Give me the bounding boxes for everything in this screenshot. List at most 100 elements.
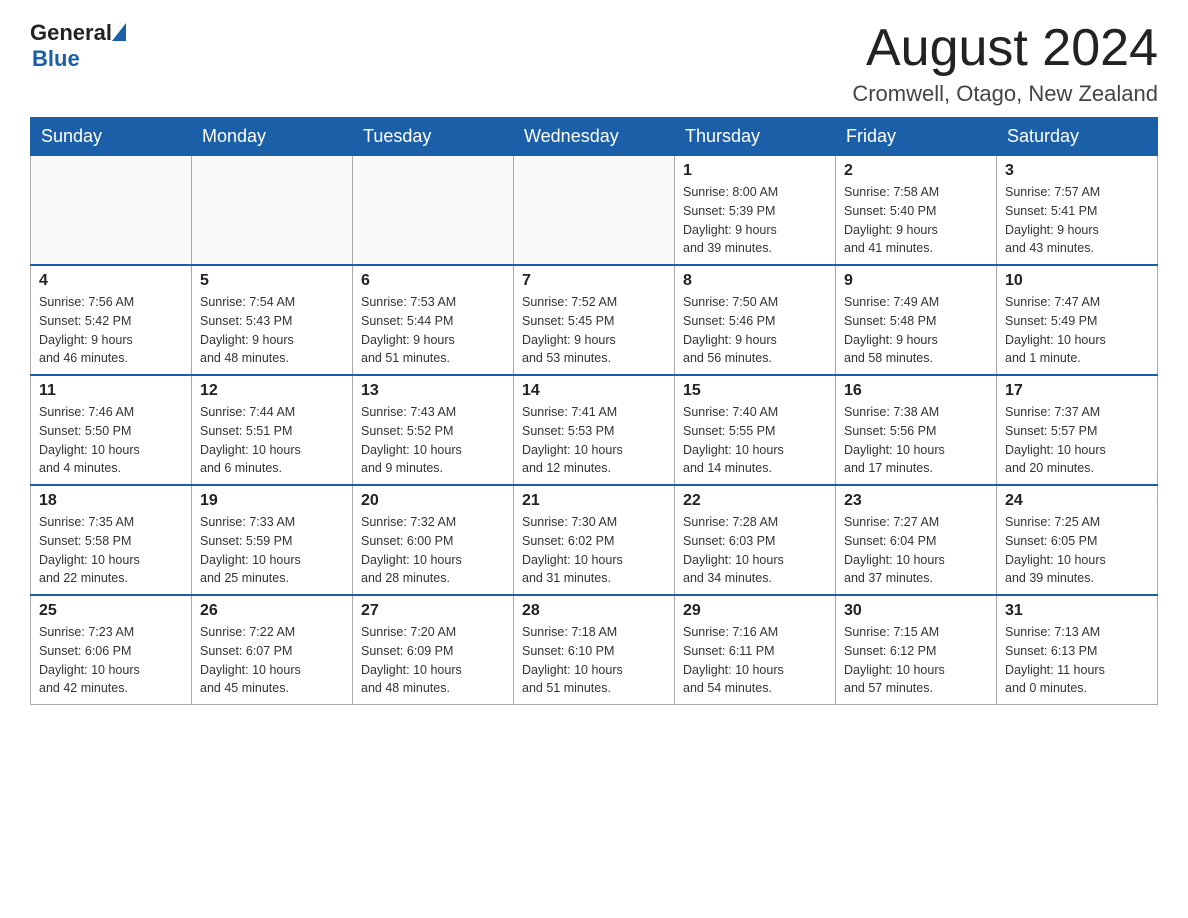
location-text: Cromwell, Otago, New Zealand xyxy=(852,81,1158,107)
calendar-cell: 5 Sunrise: 7:54 AMSunset: 5:43 PMDaylight… xyxy=(192,265,353,375)
day-info: Sunrise: 7:41 AMSunset: 5:53 PMDaylight:… xyxy=(522,403,666,478)
calendar-cell: 19 Sunrise: 7:33 AMSunset: 5:59 PMDayligh… xyxy=(192,485,353,595)
calendar-cell: 14Sunrise: 7:41 AMSunset: 5:53 PMDayligh… xyxy=(514,375,675,485)
calendar-cell: 20 Sunrise: 7:32 AMSunset: 6:00 PMDayligh… xyxy=(353,485,514,595)
weekday-header-thursday: Thursday xyxy=(675,118,836,156)
day-number: 19 xyxy=(200,492,344,510)
day-number: 30 xyxy=(844,602,988,620)
logo-general-text: General xyxy=(30,20,112,46)
calendar-cell: 15 Sunrise: 7:40 AMSunset: 5:55 PMDayligh… xyxy=(675,375,836,485)
month-title: August 2024 xyxy=(852,20,1158,77)
day-info: Sunrise: 7:43 AMSunset: 5:52 PMDaylight:… xyxy=(361,403,505,478)
day-info: Sunrise: 7:16 AMSunset: 6:11 PMDaylight:… xyxy=(683,623,827,698)
day-info: Sunrise: 7:35 AMSunset: 5:58 PMDaylight:… xyxy=(39,513,183,588)
calendar-cell: 7 Sunrise: 7:52 AMSunset: 5:45 PMDaylight… xyxy=(514,265,675,375)
day-number: 16 xyxy=(844,382,988,400)
week-row-2: 4 Sunrise: 7:56 AMSunset: 5:42 PMDaylight… xyxy=(31,265,1158,375)
logo-triangle-icon xyxy=(112,23,126,41)
page-header: General Blue August 2024 Cromwell, Otago… xyxy=(30,20,1158,107)
calendar-cell: 4 Sunrise: 7:56 AMSunset: 5:42 PMDaylight… xyxy=(31,265,192,375)
calendar-cell: 8 Sunrise: 7:50 AMSunset: 5:46 PMDaylight… xyxy=(675,265,836,375)
day-number: 10 xyxy=(1005,272,1149,290)
calendar-cell: 30 Sunrise: 7:15 AMSunset: 6:12 PMDayligh… xyxy=(836,595,997,705)
day-info: Sunrise: 7:49 AMSunset: 5:48 PMDaylight:… xyxy=(844,293,988,368)
day-number: 27 xyxy=(361,602,505,620)
calendar-cell xyxy=(31,156,192,266)
day-number: 18 xyxy=(39,492,183,510)
day-info: Sunrise: 7:47 AMSunset: 5:49 PMDaylight:… xyxy=(1005,293,1149,368)
day-info: Sunrise: 7:15 AMSunset: 6:12 PMDaylight:… xyxy=(844,623,988,698)
day-number: 15 xyxy=(683,382,827,400)
calendar-cell: 22Sunrise: 7:28 AMSunset: 6:03 PMDayligh… xyxy=(675,485,836,595)
calendar-cell: 21 Sunrise: 7:30 AMSunset: 6:02 PMDayligh… xyxy=(514,485,675,595)
day-info: Sunrise: 7:33 AMSunset: 5:59 PMDaylight:… xyxy=(200,513,344,588)
day-number: 12 xyxy=(200,382,344,400)
calendar-cell: 27 Sunrise: 7:20 AMSunset: 6:09 PMDayligh… xyxy=(353,595,514,705)
day-info: Sunrise: 7:58 AMSunset: 5:40 PMDaylight:… xyxy=(844,183,988,258)
week-row-3: 11Sunrise: 7:46 AMSunset: 5:50 PMDayligh… xyxy=(31,375,1158,485)
day-number: 29 xyxy=(683,602,827,620)
day-info: Sunrise: 7:13 AMSunset: 6:13 PMDaylight:… xyxy=(1005,623,1149,698)
calendar-cell: 25Sunrise: 7:23 AMSunset: 6:06 PMDayligh… xyxy=(31,595,192,705)
day-info: Sunrise: 7:22 AMSunset: 6:07 PMDaylight:… xyxy=(200,623,344,698)
day-number: 4 xyxy=(39,272,183,290)
calendar-cell xyxy=(353,156,514,266)
day-info: Sunrise: 7:52 AMSunset: 5:45 PMDaylight:… xyxy=(522,293,666,368)
day-number: 20 xyxy=(361,492,505,510)
calendar-cell: 6 Sunrise: 7:53 AMSunset: 5:44 PMDaylight… xyxy=(353,265,514,375)
day-number: 8 xyxy=(683,272,827,290)
week-row-4: 18 Sunrise: 7:35 AMSunset: 5:58 PMDayligh… xyxy=(31,485,1158,595)
day-info: Sunrise: 7:30 AMSunset: 6:02 PMDaylight:… xyxy=(522,513,666,588)
day-info: Sunrise: 7:44 AMSunset: 5:51 PMDaylight:… xyxy=(200,403,344,478)
day-info: Sunrise: 7:54 AMSunset: 5:43 PMDaylight:… xyxy=(200,293,344,368)
calendar-cell: 3Sunrise: 7:57 AMSunset: 5:41 PMDaylight… xyxy=(997,156,1158,266)
day-number: 24 xyxy=(1005,492,1149,510)
calendar-cell: 18 Sunrise: 7:35 AMSunset: 5:58 PMDayligh… xyxy=(31,485,192,595)
day-number: 6 xyxy=(361,272,505,290)
day-number: 17 xyxy=(1005,382,1149,400)
day-number: 21 xyxy=(522,492,666,510)
week-row-1: 1Sunrise: 8:00 AMSunset: 5:39 PMDaylight… xyxy=(31,156,1158,266)
day-number: 28 xyxy=(522,602,666,620)
weekday-header-friday: Friday xyxy=(836,118,997,156)
title-section: August 2024 Cromwell, Otago, New Zealand xyxy=(852,20,1158,107)
day-number: 23 xyxy=(844,492,988,510)
calendar-cell: 1Sunrise: 8:00 AMSunset: 5:39 PMDaylight… xyxy=(675,156,836,266)
day-info: Sunrise: 7:32 AMSunset: 6:00 PMDaylight:… xyxy=(361,513,505,588)
calendar-cell: 12 Sunrise: 7:44 AMSunset: 5:51 PMDayligh… xyxy=(192,375,353,485)
day-info: Sunrise: 7:37 AMSunset: 5:57 PMDaylight:… xyxy=(1005,403,1149,478)
weekday-header-sunday: Sunday xyxy=(31,118,192,156)
calendar-cell: 24 Sunrise: 7:25 AMSunset: 6:05 PMDayligh… xyxy=(997,485,1158,595)
day-info: Sunrise: 7:38 AMSunset: 5:56 PMDaylight:… xyxy=(844,403,988,478)
logo: General Blue xyxy=(30,20,126,72)
day-info: Sunrise: 7:53 AMSunset: 5:44 PMDaylight:… xyxy=(361,293,505,368)
day-number: 9 xyxy=(844,272,988,290)
day-info: Sunrise: 7:40 AMSunset: 5:55 PMDaylight:… xyxy=(683,403,827,478)
day-info: Sunrise: 7:56 AMSunset: 5:42 PMDaylight:… xyxy=(39,293,183,368)
weekday-header-monday: Monday xyxy=(192,118,353,156)
day-number: 2 xyxy=(844,162,988,180)
weekday-header-saturday: Saturday xyxy=(997,118,1158,156)
weekday-header-tuesday: Tuesday xyxy=(353,118,514,156)
calendar-cell: 13 Sunrise: 7:43 AMSunset: 5:52 PMDayligh… xyxy=(353,375,514,485)
calendar-cell: 10 Sunrise: 7:47 AMSunset: 5:49 PMDayligh… xyxy=(997,265,1158,375)
calendar-table: SundayMondayTuesdayWednesdayThursdayFrid… xyxy=(30,117,1158,705)
day-number: 1 xyxy=(683,162,827,180)
calendar-cell: 16 Sunrise: 7:38 AMSunset: 5:56 PMDayligh… xyxy=(836,375,997,485)
day-info: Sunrise: 7:20 AMSunset: 6:09 PMDaylight:… xyxy=(361,623,505,698)
calendar-cell: 9 Sunrise: 7:49 AMSunset: 5:48 PMDaylight… xyxy=(836,265,997,375)
day-info: Sunrise: 7:28 AMSunset: 6:03 PMDaylight:… xyxy=(683,513,827,588)
day-number: 31 xyxy=(1005,602,1149,620)
calendar-cell xyxy=(514,156,675,266)
weekday-header-wednesday: Wednesday xyxy=(514,118,675,156)
day-number: 5 xyxy=(200,272,344,290)
day-number: 7 xyxy=(522,272,666,290)
day-info: Sunrise: 7:50 AMSunset: 5:46 PMDaylight:… xyxy=(683,293,827,368)
day-info: Sunrise: 7:27 AMSunset: 6:04 PMDaylight:… xyxy=(844,513,988,588)
day-number: 11 xyxy=(39,382,183,400)
calendar-cell: 2 Sunrise: 7:58 AMSunset: 5:40 PMDaylight… xyxy=(836,156,997,266)
day-number: 13 xyxy=(361,382,505,400)
calendar-cell: 28Sunrise: 7:18 AMSunset: 6:10 PMDayligh… xyxy=(514,595,675,705)
day-info: Sunrise: 7:25 AMSunset: 6:05 PMDaylight:… xyxy=(1005,513,1149,588)
day-number: 3 xyxy=(1005,162,1149,180)
